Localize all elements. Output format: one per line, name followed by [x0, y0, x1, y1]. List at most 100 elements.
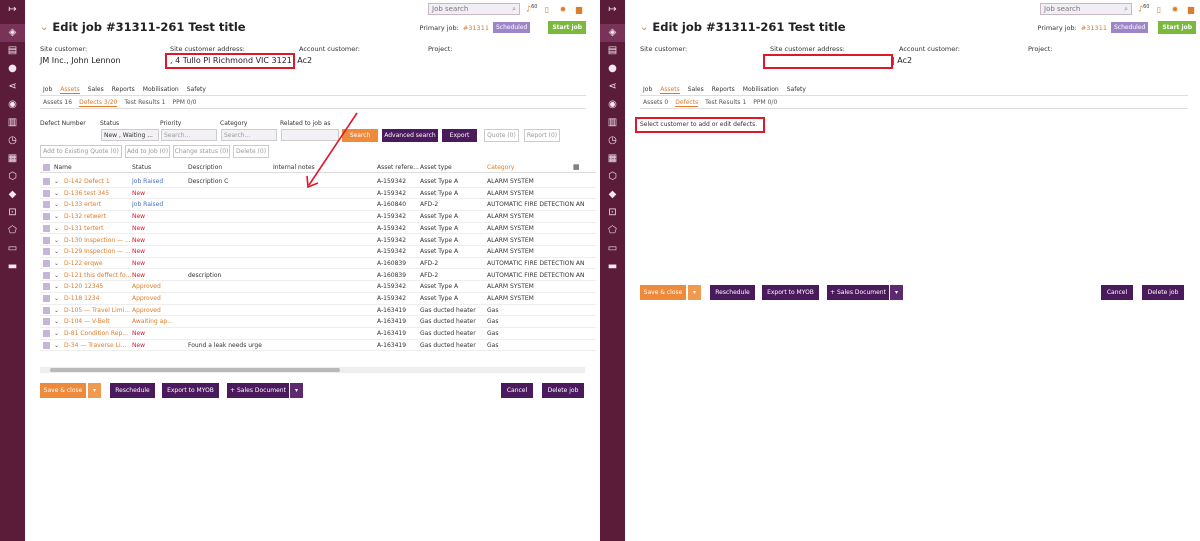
- table-row[interactable]: ⌄ D-131 tertert New A-159342 Asset Type A ALA…: [40, 223, 598, 235]
- cell-name[interactable]: D-81 Condition Rep...: [64, 330, 132, 337]
- cell-name[interactable]: D-130 Inspection — ...: [64, 237, 132, 244]
- row-checkbox[interactable]: [43, 248, 50, 256]
- document-icon[interactable]: ▤: [606, 44, 619, 57]
- cell-name[interactable]: D-136 test 345: [64, 190, 132, 197]
- table-row[interactable]: ⌄ D-34 — Traverse Li... New Found a leak ne…: [40, 340, 598, 352]
- receipt-icon[interactable]: ▬: [6, 260, 19, 273]
- row-checkbox[interactable]: [43, 224, 50, 232]
- col-internal-notes[interactable]: Internal notes: [273, 164, 315, 171]
- subtab-test-results[interactable]: Test Results 1: [705, 99, 746, 107]
- document-icon[interactable]: ▤: [6, 44, 19, 57]
- tag-icon[interactable]: ◈: [6, 26, 19, 39]
- mobile-icon[interactable]: ▯: [542, 5, 552, 14]
- col-asset-type[interactable]: Asset type: [420, 164, 452, 171]
- user-icon[interactable]: ●: [6, 62, 19, 75]
- sales-document-button[interactable]: + Sales Document: [827, 285, 889, 300]
- cell-name[interactable]: D-121 this deffect fo...: [64, 272, 132, 279]
- bell-icon[interactable]: ♪60: [1138, 4, 1149, 14]
- col-name[interactable]: Name: [54, 164, 72, 171]
- table-row[interactable]: ⌄ D-133 ertert Job Raised A-160840 AFD-2 AUTO…: [40, 199, 598, 211]
- change-status-button[interactable]: Change status (0): [173, 145, 230, 158]
- table-row[interactable]: ⌄ D-122 erqwe New A-160839 AFD-2 AUTOMATIC FI…: [40, 258, 598, 270]
- subtab-assets[interactable]: Assets 0: [643, 99, 668, 107]
- chevron-down-icon[interactable]: ⌄: [54, 237, 59, 244]
- table-row[interactable]: ⌄ D-132 retwert New A-159342 Asset Type A ALA…: [40, 211, 598, 223]
- tab-job[interactable]: Job: [43, 86, 52, 94]
- row-checkbox[interactable]: [43, 259, 50, 267]
- chevron-down-icon[interactable]: ⌄: [54, 225, 59, 232]
- category-select[interactable]: Search...: [221, 129, 277, 141]
- shield-icon[interactable]: ⬠: [606, 224, 619, 237]
- bell-icon[interactable]: ♪60: [526, 4, 537, 14]
- chart-icon[interactable]: ▥: [6, 116, 19, 129]
- account-customer-value[interactable]: | Ac2: [892, 56, 960, 65]
- table-row[interactable]: ⌄ D-105 — Travel Limi... Approved A-163419 G…: [40, 305, 598, 317]
- related-select[interactable]: [281, 129, 339, 141]
- cell-name[interactable]: D-105 — Travel Limi...: [64, 307, 132, 314]
- row-checkbox[interactable]: [43, 213, 50, 221]
- subtab-test-results[interactable]: Test Results 1: [124, 99, 165, 107]
- tab-reports[interactable]: Reports: [112, 86, 135, 94]
- row-checkbox[interactable]: [43, 318, 50, 326]
- subtab-defects[interactable]: Defects 3/20: [79, 99, 118, 107]
- col-description[interactable]: Description: [188, 164, 222, 171]
- location-icon[interactable]: ◉: [6, 98, 19, 111]
- tab-assets[interactable]: Assets: [60, 86, 80, 94]
- notes-icon[interactable]: ▦: [606, 152, 619, 165]
- cube-icon[interactable]: ⬡: [6, 170, 19, 183]
- chevron-down-icon[interactable]: ⌄: [40, 22, 48, 33]
- save-close-button[interactable]: Save & close: [40, 383, 86, 398]
- tab-mobilisation[interactable]: Mobilisation: [743, 86, 779, 94]
- cancel-button[interactable]: Cancel: [1101, 285, 1133, 300]
- row-checkbox[interactable]: [43, 330, 50, 338]
- delete-job-button[interactable]: Delete job: [1142, 285, 1184, 300]
- save-dropdown-button[interactable]: ▾: [88, 383, 101, 398]
- primary-job-link[interactable]: #31311: [1081, 24, 1107, 32]
- row-checkbox[interactable]: [43, 283, 50, 291]
- delete-job-button[interactable]: Delete job: [542, 383, 584, 398]
- mobile-icon[interactable]: ▯: [1154, 5, 1164, 14]
- tab-safety[interactable]: Safety: [787, 86, 806, 94]
- export-button[interactable]: Export: [442, 129, 477, 142]
- shield-icon[interactable]: ⬠: [6, 224, 19, 237]
- row-checkbox[interactable]: [43, 306, 50, 314]
- reschedule-button[interactable]: Reschedule: [110, 383, 155, 398]
- price-tag-icon[interactable]: ◆: [606, 188, 619, 201]
- price-tag-icon[interactable]: ◆: [6, 188, 19, 201]
- tab-job[interactable]: Job: [643, 86, 652, 94]
- subtab-ppm[interactable]: PPM 0/0: [753, 99, 777, 107]
- export-myob-button[interactable]: Export to MYOB: [762, 285, 819, 300]
- add-to-job-button[interactable]: Add to Job (0): [125, 145, 170, 158]
- tab-sales[interactable]: Sales: [88, 86, 104, 94]
- chevron-down-icon[interactable]: ⌄: [54, 283, 59, 290]
- share-icon[interactable]: ⋖: [606, 80, 619, 93]
- scan-icon[interactable]: ⊡: [6, 206, 19, 219]
- receipt-icon[interactable]: ▬: [606, 260, 619, 273]
- save-close-button[interactable]: Save & close: [640, 285, 686, 300]
- save-dropdown-button[interactable]: ▾: [688, 285, 701, 300]
- primary-job-link[interactable]: #31311: [463, 24, 489, 32]
- table-row[interactable]: ⌄ D-81 Condition Rep... New A-163419 Gas duc…: [40, 328, 598, 340]
- job-search-input[interactable]: Job search ⌕: [1040, 3, 1132, 15]
- cell-name[interactable]: D-129 Inspection — ...: [64, 248, 132, 255]
- book-icon[interactable]: ▆: [1186, 5, 1196, 14]
- chart-icon[interactable]: ▥: [606, 116, 619, 129]
- chevron-down-icon[interactable]: ⌄: [54, 342, 59, 349]
- chevron-down-icon[interactable]: ⌄: [54, 307, 59, 314]
- report-button[interactable]: Report (0): [524, 129, 560, 142]
- clock-icon[interactable]: ◷: [6, 134, 19, 147]
- clock-icon[interactable]: ◷: [606, 134, 619, 147]
- delete-defects-button[interactable]: Delete (0): [233, 145, 269, 158]
- scrollbar-thumb[interactable]: [50, 368, 340, 372]
- subtab-ppm[interactable]: PPM 0/0: [172, 99, 196, 107]
- chevron-down-icon[interactable]: ⌄: [54, 330, 59, 337]
- start-job-button[interactable]: Start job: [548, 21, 586, 34]
- horizontal-scrollbar[interactable]: [40, 367, 585, 373]
- book-icon[interactable]: ▭: [606, 242, 619, 255]
- tab-mobilisation[interactable]: Mobilisation: [143, 86, 179, 94]
- tab-safety[interactable]: Safety: [187, 86, 206, 94]
- add-to-quote-button[interactable]: Add to Existing Quote (0): [40, 145, 122, 158]
- chevron-down-icon[interactable]: ⌄: [54, 260, 59, 267]
- chevron-down-icon[interactable]: ⌄: [54, 272, 59, 279]
- status-select[interactable]: New , Waiting ...: [101, 129, 159, 141]
